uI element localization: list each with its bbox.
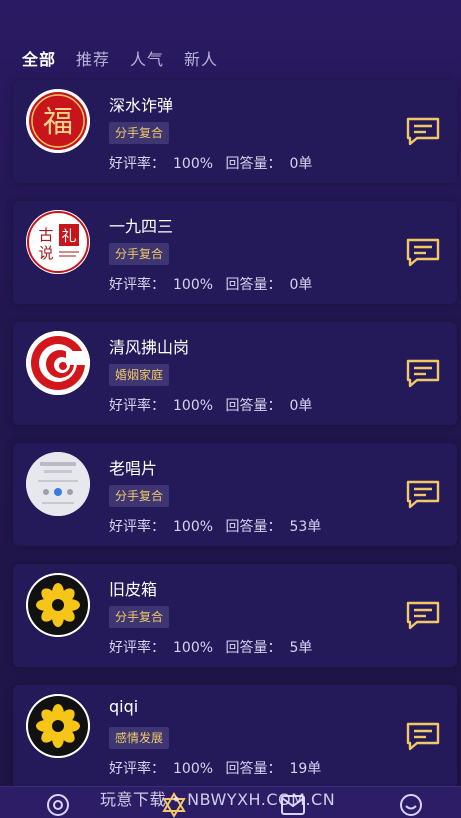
expert-stats: 好评率： 100% 回答量： 0单 [109, 274, 320, 294]
answers-value: 0单 [289, 156, 313, 172]
answers-value: 5单 [289, 640, 313, 656]
svg-text:古: 古 [38, 226, 53, 244]
svg-text:说: 说 [38, 244, 53, 262]
avatar [26, 331, 90, 395]
avatar [26, 694, 90, 758]
answers-value: 0单 [289, 277, 313, 293]
watermark-text: 玩意下载 • NBWYXH.COM.CN [100, 790, 336, 809]
rating-value: 100% [173, 398, 214, 414]
expert-name: 清风拂山岗 [109, 338, 190, 357]
category-tabs: 全部 推荐 人气 新人 [22, 46, 218, 70]
answers-label: 回答量： [225, 761, 282, 777]
chat-icon[interactable] [405, 479, 441, 509]
expert-name: 深水诈弹 [109, 96, 174, 115]
expertise-tag: 分手复合 [109, 243, 170, 265]
chat-icon[interactable] [405, 721, 441, 751]
answers-value: 19单 [289, 761, 322, 777]
expertise-tag: 感情发展 [109, 727, 170, 749]
answers-label: 回答量： [225, 640, 282, 656]
answers-label: 回答量： [225, 156, 282, 172]
expert-name: 老唱片 [109, 459, 158, 478]
chat-icon[interactable] [405, 358, 441, 388]
chat-icon[interactable] [405, 600, 441, 630]
rating-label: 好评率： [109, 156, 165, 172]
expert-card[interactable]: 福 深水诈弹 分手复合 好评率： 100% 回答量： 0单 [13, 80, 457, 183]
expert-stats: 好评率： 100% 回答量： 0单 [109, 395, 320, 415]
rating-label: 好评率： [109, 640, 165, 656]
avatar: 福 [26, 89, 90, 153]
expertise-tag: 分手复合 [109, 122, 170, 144]
expert-stats: 好评率： 100% 回答量： 5单 [109, 637, 320, 657]
expert-stats: 好评率： 100% 回答量： 19单 [109, 758, 329, 778]
avatar [26, 452, 90, 516]
tab-all[interactable]: 全部 [22, 46, 56, 70]
answers-value: 0单 [289, 398, 313, 414]
rating-label: 好评率： [109, 519, 165, 535]
expert-name: 旧皮箱 [109, 580, 158, 599]
answers-label: 回答量： [225, 398, 282, 414]
rating-value: 100% [173, 640, 214, 656]
answers-value: 53单 [289, 519, 322, 535]
rating-label: 好评率： [109, 761, 165, 777]
fu-character: 福 [43, 105, 73, 140]
expert-card[interactable]: 清风拂山岗 婚姻家庭 好评率： 100% 回答量： 0单 [13, 322, 457, 425]
tab-popular[interactable]: 人气 [130, 46, 164, 70]
rating-label: 好评率： [109, 277, 165, 293]
expert-card[interactable]: 古 说 礼 一九四三 分手复合 好评率： 100% 回答量： 0单 [13, 201, 457, 304]
expert-card[interactable]: qiqi 感情发展 好评率： 100% 回答量： 19单 [13, 685, 457, 788]
tab-recommended[interactable]: 推荐 [76, 46, 110, 70]
rating-label: 好评率： [109, 398, 165, 414]
rating-value: 100% [173, 519, 214, 535]
tab-newcomers[interactable]: 新人 [184, 46, 218, 70]
expert-list: 福 深水诈弹 分手复合 好评率： 100% 回答量： 0单 古 说 礼 一九四三… [13, 80, 457, 806]
expert-name: qiqi [109, 697, 139, 716]
answers-label: 回答量： [225, 519, 282, 535]
expert-name: 一九四三 [109, 217, 174, 236]
expertise-tag: 分手复合 [109, 485, 170, 507]
smile-icon[interactable] [398, 792, 424, 818]
eye-icon[interactable] [45, 792, 71, 818]
expert-stats: 好评率： 100% 回答量： 0单 [109, 153, 320, 173]
chat-icon[interactable] [405, 237, 441, 267]
expert-stats: 好评率： 100% 回答量： 53单 [109, 516, 329, 536]
rating-value: 100% [173, 156, 214, 172]
expertise-tag: 分手复合 [109, 606, 170, 628]
svg-text:礼: 礼 [61, 227, 76, 245]
rating-value: 100% [173, 761, 214, 777]
chat-icon[interactable] [405, 116, 441, 146]
rating-value: 100% [173, 277, 214, 293]
expertise-tag: 婚姻家庭 [109, 364, 170, 386]
avatar: 古 说 礼 [26, 210, 90, 274]
expert-card[interactable]: 旧皮箱 分手复合 好评率： 100% 回答量： 5单 [13, 564, 457, 667]
avatar [26, 573, 90, 637]
expert-card[interactable]: 老唱片 分手复合 好评率： 100% 回答量： 53单 [13, 443, 457, 546]
answers-label: 回答量： [225, 277, 282, 293]
